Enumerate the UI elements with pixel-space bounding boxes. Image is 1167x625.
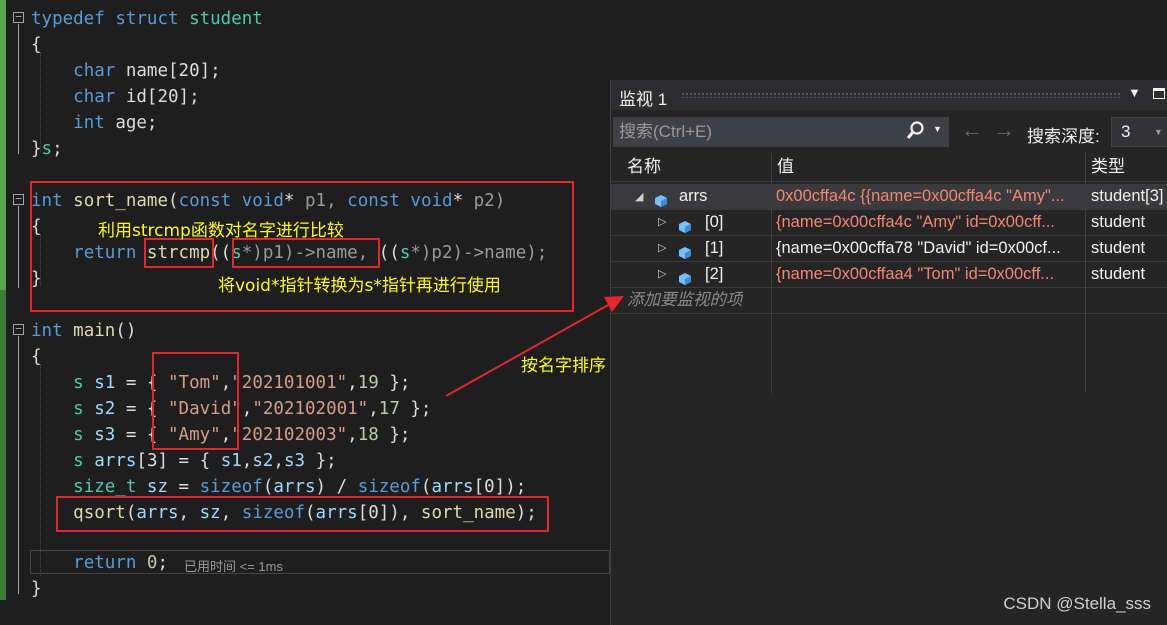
watermark: CSDN @Stella_sss — [1003, 594, 1151, 613]
annotation-arrow — [445, 296, 624, 397]
